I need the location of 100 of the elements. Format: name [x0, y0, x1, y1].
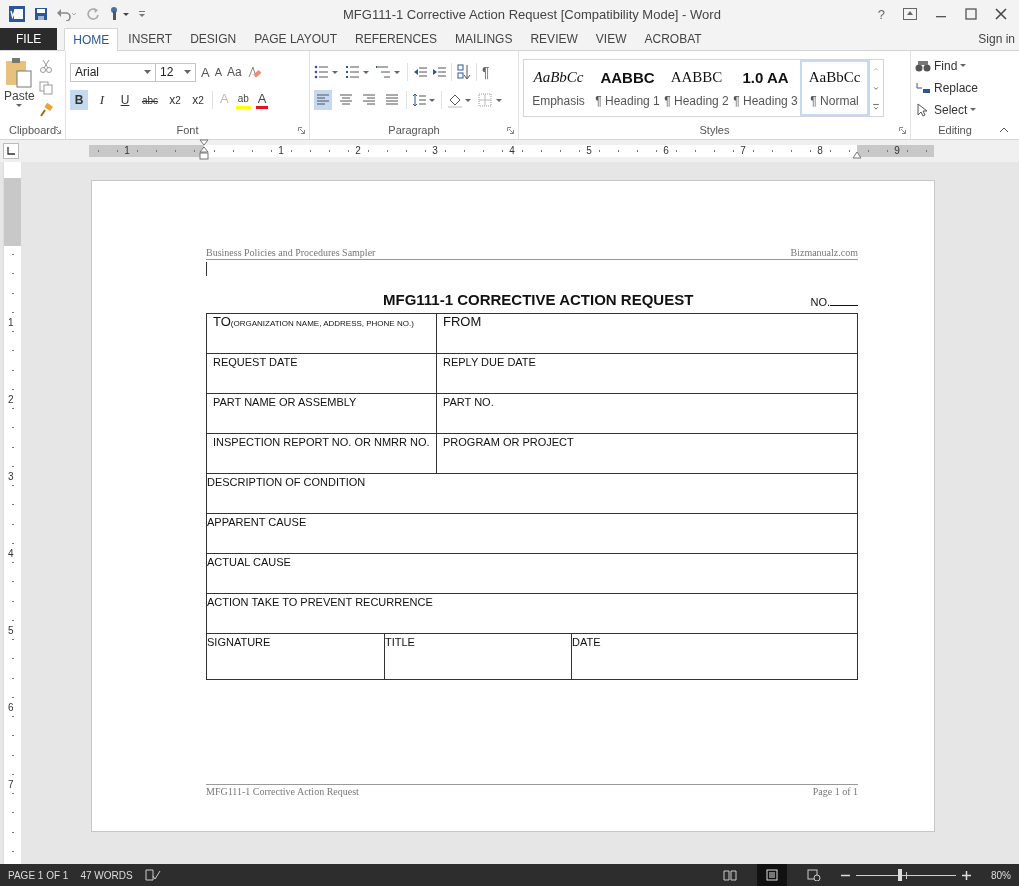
form-cell[interactable]: REPLY DUE DATE: [437, 354, 857, 393]
ribbon-tab[interactable]: ACROBAT: [636, 28, 710, 50]
redo-icon[interactable]: [86, 7, 100, 21]
style-item[interactable]: 1.0 AA ¶ Heading 3: [731, 60, 800, 116]
print-layout-button[interactable]: [757, 864, 787, 886]
form-cell[interactable]: TITLE: [385, 634, 572, 679]
find-button[interactable]: Find: [915, 57, 995, 75]
form-cell[interactable]: INSPECTION REPORT NO. OR NMRR NO.: [207, 434, 437, 473]
format-painter-icon[interactable]: [38, 103, 53, 117]
dialog-launcher-icon[interactable]: [54, 127, 61, 134]
ribbon-tab[interactable]: VIEW: [587, 28, 635, 50]
format-button[interactable]: U: [116, 90, 134, 110]
paste-button[interactable]: Paste: [4, 55, 35, 121]
dialog-launcher-icon[interactable]: [899, 127, 906, 134]
format-button[interactable]: I: [93, 90, 111, 110]
numbering-icon[interactable]: [345, 65, 371, 79]
form-cell[interactable]: PART NO.: [437, 394, 857, 433]
group-label: Font: [176, 124, 199, 136]
dialog-launcher-icon[interactable]: [298, 127, 305, 134]
form-cell[interactable]: ACTUAL CAUSE: [207, 554, 857, 593]
maximize-icon[interactable]: [965, 8, 977, 20]
font-name-field[interactable]: Arial: [70, 62, 156, 82]
tab-stop-icon: [7, 147, 15, 155]
ribbon-tab[interactable]: DESIGN: [182, 28, 245, 50]
form-cell[interactable]: PART NAME OR ASSEMBLY: [207, 394, 437, 433]
number-field-label: NO.: [810, 296, 830, 308]
header-text: Business Policies and Procedures Sampler: [206, 247, 376, 258]
group-label: Clipboard: [8, 124, 57, 136]
style-item[interactable]: AABBC ¶ Heading 2: [662, 60, 731, 116]
view-icon: [807, 869, 821, 881]
copy-icon[interactable]: [38, 81, 53, 95]
form-cell[interactable]: SIGNATURE: [207, 634, 385, 679]
collapse-ribbon-icon[interactable]: [999, 127, 1009, 133]
cut-icon[interactable]: [38, 59, 53, 73]
decrease-indent-icon[interactable]: [413, 66, 427, 78]
indent-marker-icon[interactable]: [199, 139, 209, 161]
align-button[interactable]: [314, 90, 332, 110]
fill-in-line: [830, 305, 858, 306]
form-cell[interactable]: REQUEST DATE: [207, 354, 437, 393]
bullets-icon[interactable]: [314, 65, 340, 79]
caret-icon: [144, 70, 151, 74]
ruler-number: 7: [8, 779, 14, 790]
word-logo-icon: [8, 5, 26, 23]
form-cell[interactable]: FROM: [437, 314, 857, 353]
word-count[interactable]: 47 WORDS: [80, 869, 133, 881]
font-size-field[interactable]: 12: [155, 62, 196, 82]
form-cell[interactable]: DESCRIPTION OF CONDITION: [207, 474, 857, 513]
dialog-launcher-icon[interactable]: [507, 127, 514, 134]
save-icon[interactable]: [34, 7, 48, 21]
undo-icon[interactable]: [56, 7, 78, 21]
ruler-number: 6: [8, 702, 14, 713]
replace-button[interactable]: Replace: [915, 79, 995, 97]
ribbon-tab[interactable]: HOME: [64, 28, 119, 51]
ribbon-tab[interactable]: REVIEW: [522, 28, 586, 50]
proofing-icon[interactable]: [144, 869, 161, 881]
view-icon: [723, 869, 737, 881]
form-cell[interactable]: PROGRAM OR PROJECT: [437, 434, 857, 473]
ribbon-tab[interactable]: REFERENCES: [347, 28, 446, 50]
footer-text: MFG111-1 Corrective Action Request: [206, 786, 359, 797]
clear-formatting-icon[interactable]: [246, 65, 261, 79]
shrink-font-button[interactable]: A: [214, 66, 222, 78]
footer-text: Page 1 of 1: [812, 786, 858, 797]
multilevel-list-icon[interactable]: [376, 65, 402, 79]
replace-icon: [915, 81, 931, 95]
show-formatting-button[interactable]: ¶: [482, 64, 490, 80]
text-effect-button[interactable]: ab: [235, 91, 251, 109]
line-spacing-icon[interactable]: [412, 93, 436, 107]
zoom-level[interactable]: 80%: [991, 869, 1011, 881]
sort-icon[interactable]: [457, 64, 471, 80]
increase-indent-icon[interactable]: [432, 66, 446, 78]
ribbon-tab[interactable]: INSERT: [120, 28, 181, 50]
select-button[interactable]: Select: [915, 101, 995, 119]
customize-toolbar-icon[interactable]: [138, 9, 146, 19]
style-item[interactable]: AaBbCc ¶ Normal: [800, 60, 869, 116]
shading-icon[interactable]: [447, 92, 473, 108]
form-cell[interactable]: DATE: [572, 634, 857, 679]
form-cell[interactable]: APPARENT CAUSE: [207, 514, 857, 553]
tab-selector-button[interactable]: [3, 143, 19, 159]
zoom-slider-thumb[interactable]: [898, 869, 902, 881]
zoom-in-button[interactable]: [962, 870, 971, 880]
help-button[interactable]: ?: [877, 6, 885, 22]
ribbon-display-icon[interactable]: [903, 8, 917, 20]
right-indent-marker-icon[interactable]: [852, 151, 862, 159]
grow-font-button[interactable]: A: [201, 64, 210, 80]
ribbon-tab[interactable]: MAILINGS: [447, 28, 521, 50]
close-icon[interactable]: [995, 8, 1007, 20]
text-effect-button[interactable]: A: [255, 91, 269, 109]
borders-icon[interactable]: [478, 93, 504, 107]
format-button[interactable]: abc: [139, 90, 161, 110]
style-item[interactable]: AABBC ¶ Heading 1: [593, 60, 662, 116]
caret-icon: [15, 103, 24, 108]
form-cell[interactable]: ACTION TAKE TO PREVENT RECURRENCE: [207, 594, 857, 633]
page-count[interactable]: PAGE 1 OF 1: [8, 869, 69, 881]
change-case-button[interactable]: Aa: [227, 65, 242, 79]
style-item[interactable]: AaBbCc Emphasis: [524, 60, 593, 116]
format-button[interactable]: B: [70, 90, 88, 110]
form-cell[interactable]: TO(ORGANIZATION NAME, ADDRESS, PHONE NO.): [207, 314, 437, 353]
file-tab[interactable]: FILE: [0, 28, 58, 50]
ribbon-tab[interactable]: PAGE LAYOUT: [246, 28, 346, 50]
sign-in-link[interactable]: Sign in: [978, 28, 1019, 50]
